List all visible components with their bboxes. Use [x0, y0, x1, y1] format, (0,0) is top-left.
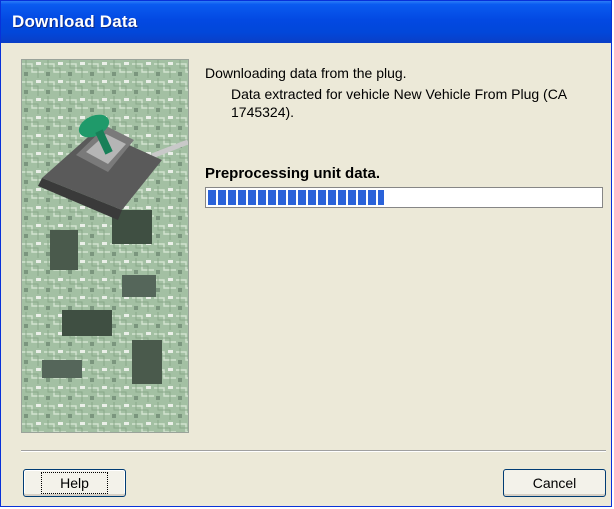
download-message: Downloading data from the plug. [205, 65, 407, 81]
title-bar[interactable]: Download Data [1, 1, 611, 43]
circuit-board-plug-image [21, 59, 189, 433]
cancel-button[interactable]: Cancel [503, 469, 606, 497]
status-text: Preprocessing unit data. [205, 165, 381, 182]
progress-fill [208, 190, 384, 205]
progress-bar [205, 187, 603, 208]
window-title: Download Data [12, 12, 138, 31]
download-data-dialog: Download Data Downloading data from the … [0, 0, 612, 507]
help-button[interactable]: Help [23, 469, 126, 497]
separator [21, 450, 606, 452]
vehicle-message: Data extracted for vehicle New Vehicle F… [231, 86, 567, 120]
help-button-label: Help [41, 472, 108, 494]
